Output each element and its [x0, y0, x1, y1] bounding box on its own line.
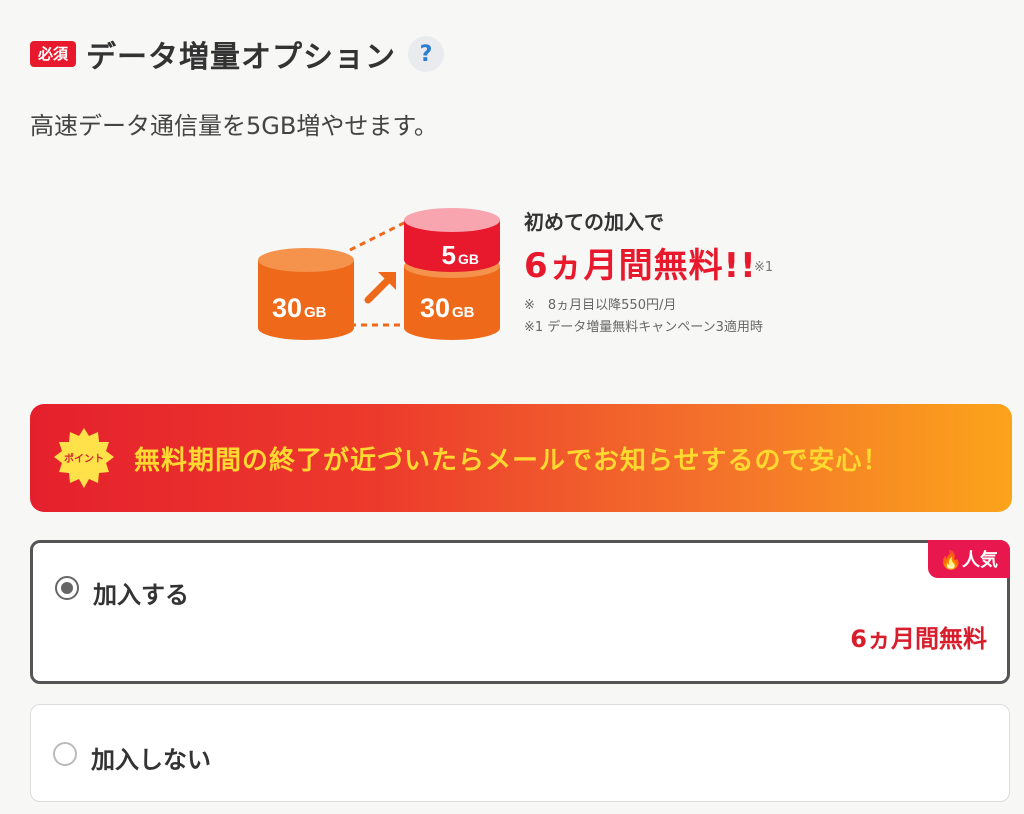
- option-subscribe[interactable]: 加入する 🔥人気 6ヵ月間無料: [30, 540, 1010, 684]
- base-unit: GB: [304, 304, 327, 321]
- promo-lead: 初めての加入で: [524, 210, 664, 234]
- help-icon[interactable]: ?: [408, 36, 445, 72]
- description: 高速データ通信量を5GB増やせます。: [30, 112, 438, 140]
- point-badge-label: ポイント: [64, 452, 104, 465]
- base-cylinder: 30 GB: [258, 248, 354, 340]
- added-unit: GB: [458, 251, 479, 267]
- result-cylinder: 5 GB 30 GB: [404, 208, 500, 340]
- point-message: 無料期間の終了が近づいたらメールでお知らせするので安心！: [134, 445, 890, 476]
- fire-icon: 🔥: [939, 550, 962, 571]
- promo-footnote-mark: ※1: [754, 260, 774, 275]
- point-banner: ポイント 無料期間の終了が近づいたらメールでお知らせするので安心！: [30, 404, 1012, 512]
- required-badge: 必須: [30, 41, 77, 67]
- base-label: 30: [272, 293, 302, 323]
- option-subscribe-price: 6ヵ月間無料: [850, 625, 987, 653]
- added-label: 5: [442, 240, 456, 270]
- promo-note-price: ※ 8ヵ月目以降550円/月: [524, 298, 677, 313]
- arrow-icon: [364, 272, 396, 304]
- section-title: データ増量オプション: [86, 40, 397, 75]
- option-decline[interactable]: 加入しない: [30, 704, 1010, 802]
- radio-decline[interactable]: [53, 742, 77, 766]
- popular-badge: 🔥人気: [927, 540, 1010, 578]
- result-label: 30: [420, 293, 450, 323]
- point-badge-icon: ポイント: [52, 426, 116, 490]
- promo-headline: 6ヵ月間無料!!: [524, 246, 757, 286]
- radio-subscribe[interactable]: [55, 576, 79, 600]
- header: 必須 データ増量オプション ?: [30, 32, 445, 76]
- result-unit: GB: [452, 304, 475, 321]
- promo-note-campaign: ※1 データ増量無料キャンペーン3適用時: [524, 320, 763, 335]
- option-subscribe-label: 加入する: [93, 581, 189, 609]
- option-decline-label: 加入しない: [91, 746, 211, 774]
